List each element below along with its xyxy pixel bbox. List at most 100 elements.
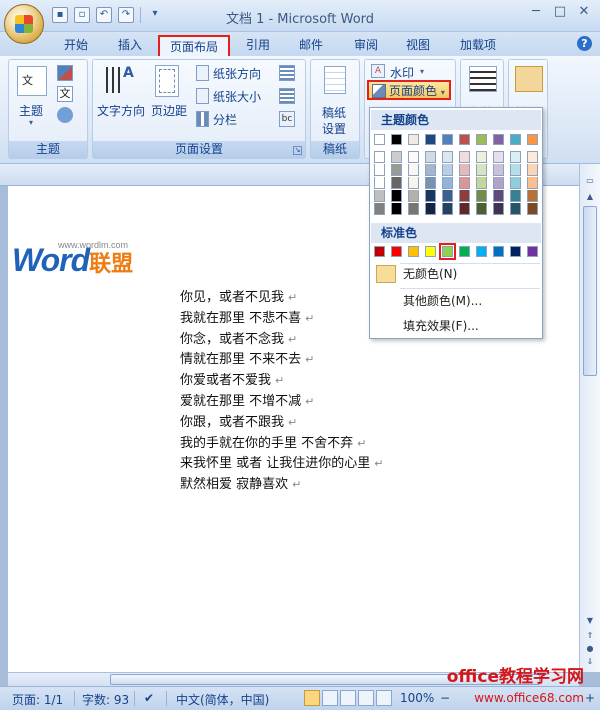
- language-indicator[interactable]: 中文(简体，中国): [176, 691, 269, 708]
- theme-shade-swatch[interactable]: [391, 203, 402, 215]
- theme-color-swatch[interactable]: [391, 134, 402, 145]
- breaks-icon[interactable]: [279, 65, 295, 81]
- theme-shade-swatch[interactable]: [527, 190, 538, 202]
- theme-shade-swatch[interactable]: [408, 190, 419, 202]
- fill-effects-item[interactable]: 填充效果(F)...: [371, 314, 541, 338]
- theme-shade-swatch[interactable]: [425, 177, 436, 189]
- theme-shade-swatch[interactable]: [425, 203, 436, 215]
- theme-shade-swatch[interactable]: [459, 151, 470, 163]
- theme-effects-icon[interactable]: [57, 107, 73, 123]
- tab-insert[interactable]: 插入: [112, 35, 148, 56]
- tab-mailings[interactable]: 邮件: [293, 35, 329, 56]
- theme-shade-swatch[interactable]: [374, 203, 385, 215]
- columns-button[interactable]: 分栏: [213, 111, 237, 128]
- theme-shade-swatch[interactable]: [425, 151, 436, 163]
- tab-review[interactable]: 审阅: [348, 35, 384, 56]
- theme-shade-swatch[interactable]: [391, 177, 402, 189]
- standard-color-swatch[interactable]: [425, 246, 436, 257]
- theme-color-swatch[interactable]: [374, 134, 385, 145]
- standard-color-swatch[interactable]: [510, 246, 521, 257]
- orientation-button[interactable]: 纸张方向: [213, 65, 261, 82]
- theme-shade-swatch[interactable]: [493, 177, 504, 189]
- theme-fonts-icon[interactable]: 文: [57, 86, 73, 102]
- tab-page-layout[interactable]: 页面布局: [158, 35, 230, 56]
- themes-dropdown-caret-icon[interactable]: ▾: [29, 118, 33, 127]
- tab-addins[interactable]: 加载项: [454, 35, 502, 56]
- theme-shade-swatch[interactable]: [510, 177, 521, 189]
- theme-shade-swatch[interactable]: [476, 190, 487, 202]
- tab-view[interactable]: 视图: [400, 35, 436, 56]
- theme-shade-swatch[interactable]: [442, 177, 453, 189]
- theme-shade-swatch[interactable]: [391, 151, 402, 163]
- theme-shade-swatch[interactable]: [476, 203, 487, 215]
- theme-shade-swatch[interactable]: [476, 177, 487, 189]
- maximize-button[interactable]: □: [550, 4, 570, 22]
- proofing-icon[interactable]: ✔: [144, 691, 154, 705]
- theme-shade-swatch[interactable]: [459, 203, 470, 215]
- theme-shade-swatch[interactable]: [408, 151, 419, 163]
- theme-shade-swatch[interactable]: [442, 203, 453, 215]
- document-line[interactable]: 我就在那里 不悲不喜 ↵: [180, 307, 314, 326]
- theme-shade-swatch[interactable]: [459, 164, 470, 176]
- document-line[interactable]: 你跟，或者不跟我 ↵: [180, 411, 297, 430]
- standard-color-swatch[interactable]: [493, 246, 504, 257]
- ruler-toggle-icon[interactable]: ▭: [583, 174, 597, 188]
- theme-shade-swatch[interactable]: [527, 164, 538, 176]
- next-page-icon[interactable]: ⇓: [583, 655, 597, 669]
- theme-shade-swatch[interactable]: [374, 151, 385, 163]
- theme-shade-swatch[interactable]: [493, 190, 504, 202]
- theme-shade-swatch[interactable]: [510, 164, 521, 176]
- scroll-up-arrow-icon[interactable]: ▲: [583, 190, 597, 204]
- theme-shade-swatch[interactable]: [510, 151, 521, 163]
- document-line[interactable]: 爱就在那里 不增不减 ↵: [180, 390, 314, 409]
- tab-home[interactable]: 开始: [58, 35, 94, 56]
- tab-references[interactable]: 引用: [240, 35, 276, 56]
- document-line[interactable]: 我的手就在你的手里 不舍不弃 ↵: [180, 432, 366, 451]
- standard-color-swatch[interactable]: [408, 246, 419, 257]
- standard-color-swatch[interactable]: [391, 246, 402, 257]
- theme-shade-swatch[interactable]: [374, 177, 385, 189]
- theme-shade-swatch[interactable]: [425, 190, 436, 202]
- theme-color-swatch[interactable]: [425, 134, 436, 145]
- theme-color-swatch[interactable]: [476, 134, 487, 145]
- vertical-scroll-thumb[interactable]: [583, 206, 597, 376]
- document-line[interactable]: 你念，或者不念我 ↵: [180, 328, 297, 347]
- standard-color-swatch[interactable]: [374, 246, 385, 257]
- page-setup-launcher-icon[interactable]: ↘: [293, 146, 302, 155]
- theme-shade-swatch[interactable]: [442, 190, 453, 202]
- theme-shade-swatch[interactable]: [493, 203, 504, 215]
- theme-color-swatch[interactable]: [408, 134, 419, 145]
- standard-color-swatch[interactable]: [527, 246, 538, 257]
- theme-shade-swatch[interactable]: [442, 164, 453, 176]
- draft-paper-button-line2[interactable]: 设置: [322, 120, 346, 137]
- theme-color-swatch[interactable]: [459, 134, 470, 145]
- theme-shade-swatch[interactable]: [374, 190, 385, 202]
- draft-paper-button-line1[interactable]: 稿纸: [322, 104, 346, 121]
- theme-shade-swatch[interactable]: [510, 190, 521, 202]
- page-size-button[interactable]: 纸张大小: [213, 88, 261, 105]
- full-screen-reading-view-icon[interactable]: [322, 690, 338, 706]
- no-color-item[interactable]: 无颜色(N): [371, 262, 541, 286]
- margins-button[interactable]: 页边距: [151, 102, 187, 119]
- theme-shade-swatch[interactable]: [527, 203, 538, 215]
- document-line[interactable]: 情就在那里 不来不去 ↵: [180, 348, 314, 367]
- theme-shade-swatch[interactable]: [527, 151, 538, 163]
- minimize-button[interactable]: ─: [526, 4, 546, 22]
- previous-page-icon[interactable]: ⇑: [583, 629, 597, 643]
- theme-shade-swatch[interactable]: [408, 203, 419, 215]
- help-icon[interactable]: ?: [577, 36, 592, 51]
- theme-color-swatch[interactable]: [442, 134, 453, 145]
- theme-color-swatch[interactable]: [510, 134, 521, 145]
- document-line[interactable]: 你爱或者不爱我 ↵: [180, 369, 284, 388]
- document-line[interactable]: 默然相爱 寂静喜欢 ↵: [180, 473, 301, 492]
- theme-colors-icon[interactable]: [57, 65, 73, 81]
- theme-shade-swatch[interactable]: [408, 164, 419, 176]
- theme-shade-swatch[interactable]: [527, 177, 538, 189]
- theme-shade-swatch[interactable]: [459, 177, 470, 189]
- hyphenation-icon[interactable]: bc: [279, 111, 295, 127]
- draft-view-icon[interactable]: [376, 690, 392, 706]
- theme-shade-swatch[interactable]: [459, 190, 470, 202]
- theme-shade-swatch[interactable]: [493, 151, 504, 163]
- standard-color-swatch[interactable]: [476, 246, 487, 257]
- theme-shade-swatch[interactable]: [408, 177, 419, 189]
